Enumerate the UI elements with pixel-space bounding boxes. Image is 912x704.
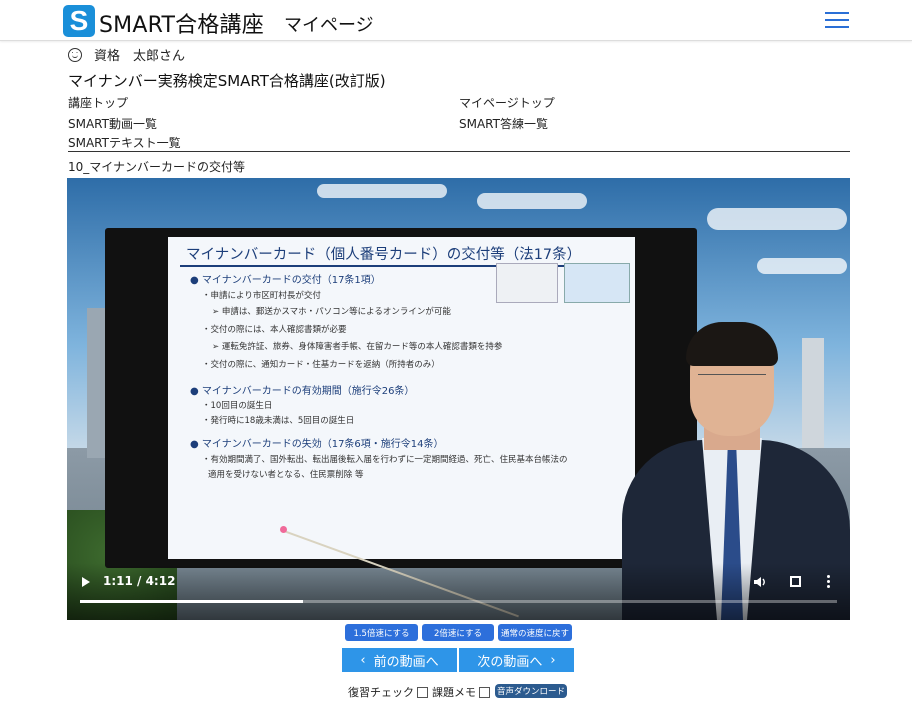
progress-fill (80, 600, 304, 603)
play-icon[interactable] (82, 577, 90, 587)
slide-line: ● マイナンバーカードの交付（17条1項） (190, 275, 381, 286)
slide-line: ・発行時に18歳未満は、5回目の誕生日 (202, 416, 355, 426)
review-check-label: 復習チェック (348, 686, 414, 699)
course-nav: 講座トップ マイページトップ SMART動画一覧 SMART答練一覧 SMART… (68, 94, 850, 150)
slide-line: ➢ 申請は、郵送かスマホ・パソコン等によるオンラインが可能 (212, 307, 451, 317)
slide-line: ・申請により市区町村長が交付 (202, 291, 321, 301)
card-front-image (496, 263, 558, 303)
nav-answer-list[interactable]: SMART答練一覧 (459, 115, 548, 132)
video-title: 10_マイナンバーカードの交付等 (68, 160, 246, 174)
volume-icon[interactable] (753, 575, 767, 589)
time-display: 1:11 / 4:12 (103, 574, 176, 588)
smiley-icon (68, 47, 82, 62)
page-subtitle: マイページ (284, 15, 374, 36)
logo-letter: S (69, 5, 89, 36)
logo-icon[interactable]: S (63, 5, 95, 37)
prev-video-button[interactable]: ‹ 前の動画へ (342, 648, 457, 672)
speed-controls: 1.5倍速にする 2倍速にする 通常の速度に戻す (0, 624, 912, 642)
more-options-icon[interactable] (827, 575, 831, 589)
presenter-glasses (698, 374, 766, 387)
slide-line: ➢ 運転免許証、旅券、身体障害者手帳、在留カード等の本人確認書類を持参 (212, 342, 503, 352)
next-video-button[interactable]: 次の動画へ › (459, 648, 574, 672)
slide-line: ・交付の際には、本人確認書類が必要 (202, 325, 347, 335)
next-video-label: 次の動画へ (477, 654, 543, 670)
review-checkbox[interactable] (417, 686, 428, 698)
prev-video-label: 前の動画へ (373, 654, 439, 670)
hamburger-menu-icon[interactable] (825, 12, 849, 30)
nav-course-top[interactable]: 講座トップ (68, 94, 128, 111)
user-greeting: 資格 太郎さん (68, 45, 185, 64)
lecture-slide: マイナンバーカード（個人番号カード）の交付等（法17条） ● マイナンバーカード… (168, 237, 635, 559)
review-check: 復習チェック (348, 684, 428, 700)
slide-line: ● マイナンバーカードの有効期間（施行令26条） (190, 386, 415, 397)
top-header: S SMART合格講座 マイページ (0, 0, 912, 41)
display-monitor: マイナンバーカード（個人番号カード）の交付等（法17条） ● マイナンバーカード… (105, 228, 697, 568)
user-name: 資格 太郎さん (94, 49, 186, 64)
video-controls: 1:11 / 4:12 (67, 563, 850, 620)
cloud (317, 184, 447, 198)
cloud (757, 258, 847, 274)
cloud (477, 193, 587, 209)
chevron-left-icon: ‹ (360, 652, 366, 668)
memo-checkbox[interactable] (479, 686, 490, 698)
divider (68, 151, 850, 152)
app-title[interactable]: SMART合格講座 (99, 7, 264, 39)
speed-1-5x-button[interactable]: 1.5倍速にする (345, 624, 418, 641)
card-back-image (564, 263, 630, 303)
memo-label: 課題メモ (432, 686, 476, 699)
slide-heading: マイナンバーカード（個人番号カード）の交付等（法17条） (186, 247, 582, 263)
slide-line: 適用を受けない者となる、住民票削除 等 (208, 470, 364, 480)
course-title: マイナンバー実務検定SMART合格講座(改訂版) (68, 72, 386, 90)
slide-line: ● マイナンバーカードの失効（17条6項・施行令14条） (190, 439, 444, 450)
nav-mypage-top[interactable]: マイページトップ (459, 94, 555, 111)
slide-line: ・有効期間満了、国外転出、転出届後転入届を行わずに一定期間経過、死亡、住民基本台… (202, 455, 568, 465)
nav-video-list[interactable]: SMART動画一覧 (68, 115, 157, 132)
cloud (707, 208, 847, 230)
audio-download-button[interactable]: 音声ダウンロード (495, 684, 567, 698)
building (87, 308, 105, 458)
pointer-tip (280, 526, 287, 533)
slide-line: ・交付の際に、通知カード・住基カードを返納（所持者のみ） (202, 360, 440, 370)
video-player[interactable]: マイナンバーカード（個人番号カード）の交付等（法17条） ● マイナンバーカード… (67, 178, 850, 620)
speed-normal-button[interactable]: 通常の速度に戻す (498, 624, 572, 641)
card-images (496, 263, 630, 303)
chevron-right-icon: › (550, 652, 556, 668)
speed-2x-button[interactable]: 2倍速にする (422, 624, 494, 641)
memo: 課題メモ (432, 684, 490, 700)
nav-text-list[interactable]: SMARTテキスト一覧 (68, 134, 181, 151)
slide-line: ・10回目の誕生日 (202, 401, 273, 411)
fullscreen-icon[interactable] (790, 576, 801, 587)
progress-bar[interactable] (80, 600, 837, 603)
